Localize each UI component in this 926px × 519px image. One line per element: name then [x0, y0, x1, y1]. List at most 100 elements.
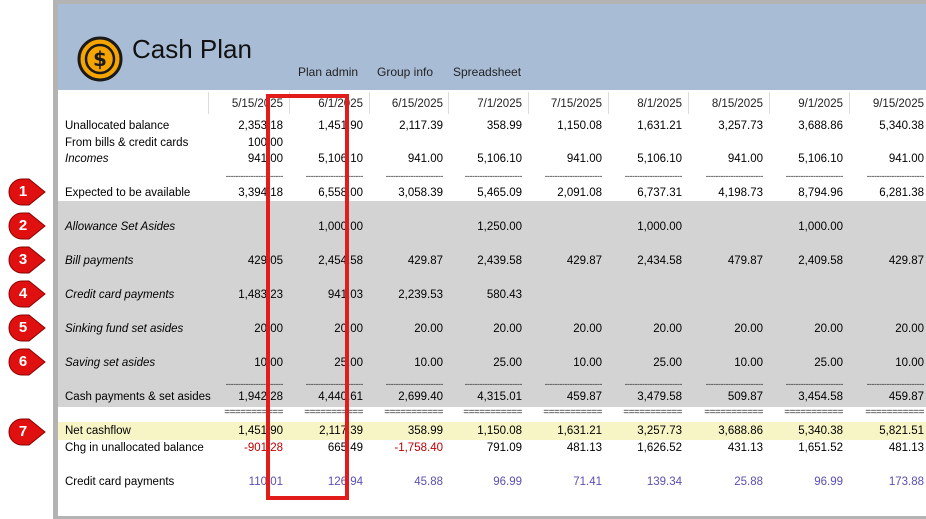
table-cell[interactable]: 6,281.38: [846, 185, 924, 201]
row-label: Chg in unallocated balance: [65, 442, 204, 454]
table-cell[interactable]: 941.00: [846, 151, 924, 167]
table-cell[interactable]: 5,340.38: [765, 423, 843, 439]
table-cell[interactable]: 25.88: [685, 474, 763, 490]
table-cell[interactable]: 10.00: [365, 355, 443, 371]
table-cell[interactable]: 941.00: [524, 151, 602, 167]
table-cell[interactable]: [524, 135, 602, 151]
table-cell[interactable]: [604, 135, 682, 151]
table-cell[interactable]: 6,737.31: [604, 185, 682, 201]
callout-badge-2: 2: [8, 212, 46, 240]
table-cell[interactable]: 2,439.58: [444, 253, 522, 269]
row-label: Unallocated balance: [65, 120, 170, 132]
table-cell[interactable]: 20.00: [765, 321, 843, 337]
column-header-date[interactable]: 9/15/2025: [846, 96, 924, 112]
table-cell[interactable]: 1,000.00: [765, 219, 843, 235]
table-cell[interactable]: 1,150.08: [524, 118, 602, 134]
table-cell[interactable]: 5,465.09: [444, 185, 522, 201]
table-cell[interactable]: 3,058.39: [365, 185, 443, 201]
table-cell[interactable]: [765, 135, 843, 151]
table-cell[interactable]: 20.00: [604, 321, 682, 337]
subtotal-dashes: -----------------------: [624, 379, 682, 389]
table-cell[interactable]: [685, 287, 763, 303]
table-cell[interactable]: 10.00: [846, 355, 924, 371]
table-cell[interactable]: 96.99: [444, 474, 522, 490]
nav-spreadsheet[interactable]: Spreadsheet: [453, 65, 521, 79]
table-cell[interactable]: 481.13: [846, 440, 924, 456]
table-cell[interactable]: 139.34: [604, 474, 682, 490]
nav-group-info[interactable]: Group info: [377, 65, 433, 79]
table-cell[interactable]: 429.87: [524, 253, 602, 269]
table-cell[interactable]: [444, 135, 522, 151]
table-cell[interactable]: 10.00: [524, 355, 602, 371]
table-cell[interactable]: 3,257.73: [604, 423, 682, 439]
table-cell[interactable]: 1,631.21: [524, 423, 602, 439]
table-cell[interactable]: 71.41: [524, 474, 602, 490]
table-cell[interactable]: 580.43: [444, 287, 522, 303]
table-cell[interactable]: [365, 219, 443, 235]
table-cell[interactable]: [604, 287, 682, 303]
table-cell[interactable]: 173.88: [846, 474, 924, 490]
table-cell[interactable]: 358.99: [444, 118, 522, 134]
table-cell[interactable]: [524, 287, 602, 303]
table-cell[interactable]: [524, 219, 602, 235]
table-cell[interactable]: 791.09: [444, 440, 522, 456]
table-cell[interactable]: 10.00: [685, 355, 763, 371]
table-cell[interactable]: 358.99: [365, 423, 443, 439]
table-cell[interactable]: 431.13: [685, 440, 763, 456]
table-cell[interactable]: 481.13: [524, 440, 602, 456]
table-cell[interactable]: [685, 135, 763, 151]
table-cell[interactable]: 20.00: [846, 321, 924, 337]
table-cell[interactable]: 3,688.86: [765, 118, 843, 134]
nav-plan-admin[interactable]: Plan admin: [298, 65, 358, 79]
total-equals-line: ===========: [543, 407, 602, 418]
table-cell[interactable]: 941.00: [365, 151, 443, 167]
table-cell[interactable]: 8,794.96: [765, 185, 843, 201]
table-cell[interactable]: 5,106.10: [765, 151, 843, 167]
table-cell[interactable]: [846, 219, 924, 235]
table-cell[interactable]: 429.87: [365, 253, 443, 269]
column-header-date[interactable]: 7/1/2025: [444, 96, 522, 112]
table-cell[interactable]: 1,150.08: [444, 423, 522, 439]
table-cell[interactable]: 5,821.51: [846, 423, 924, 439]
table-cell[interactable]: [685, 219, 763, 235]
table-cell[interactable]: 2,117.39: [365, 118, 443, 134]
table-cell[interactable]: [765, 287, 843, 303]
table-cell[interactable]: [846, 135, 924, 151]
table-cell[interactable]: 5,340.38: [846, 118, 924, 134]
column-header-date[interactable]: 7/15/2025: [524, 96, 602, 112]
table-cell[interactable]: 4,198.73: [685, 185, 763, 201]
table-cell[interactable]: 2,239.53: [365, 287, 443, 303]
table-cell[interactable]: [365, 135, 443, 151]
table-cell[interactable]: 25.00: [444, 355, 522, 371]
table-cell[interactable]: 2,409.58: [765, 253, 843, 269]
table-cell[interactable]: 2,434.58: [604, 253, 682, 269]
table-cell[interactable]: 3,688.86: [685, 423, 763, 439]
table-cell[interactable]: 45.88: [365, 474, 443, 490]
table-cell[interactable]: 479.87: [685, 253, 763, 269]
table-cell[interactable]: 5,106.10: [444, 151, 522, 167]
table-cell[interactable]: 96.99: [765, 474, 843, 490]
table-cell[interactable]: 20.00: [524, 321, 602, 337]
table-cell[interactable]: 20.00: [365, 321, 443, 337]
table-cell[interactable]: [846, 287, 924, 303]
table-cell[interactable]: 941.00: [685, 151, 763, 167]
column-header-date[interactable]: 8/15/2025: [685, 96, 763, 112]
subtotal-dashes: -----------------------: [464, 379, 522, 389]
column-header-date[interactable]: 9/1/2025: [765, 96, 843, 112]
column-header-date[interactable]: 8/1/2025: [604, 96, 682, 112]
table-cell[interactable]: 1,626.52: [604, 440, 682, 456]
column-header-date[interactable]: 6/15/2025: [365, 96, 443, 112]
table-cell[interactable]: 20.00: [444, 321, 522, 337]
table-cell[interactable]: 25.00: [765, 355, 843, 371]
table-cell[interactable]: 20.00: [685, 321, 763, 337]
table-cell[interactable]: 3,257.73: [685, 118, 763, 134]
table-cell[interactable]: 2,091.08: [524, 185, 602, 201]
table-cell[interactable]: 1,651.52: [765, 440, 843, 456]
table-cell[interactable]: 1,631.21: [604, 118, 682, 134]
table-cell[interactable]: 1,250.00: [444, 219, 522, 235]
table-cell[interactable]: 25.00: [604, 355, 682, 371]
table-cell[interactable]: 5,106.10: [604, 151, 682, 167]
table-cell[interactable]: -1,758.40: [365, 440, 443, 456]
table-cell[interactable]: 429.87: [846, 253, 924, 269]
table-cell[interactable]: 1,000.00: [604, 219, 682, 235]
